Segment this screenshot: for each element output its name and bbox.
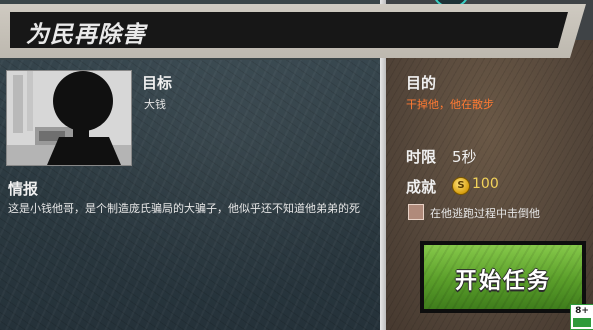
- achievement-condition: 在他逃跑过程中击倒他: [430, 207, 540, 220]
- time-limit-label: 时限: [406, 148, 437, 166]
- achievement-checkbox: [408, 204, 424, 220]
- objective-heading: 目的: [406, 74, 437, 92]
- age-rating-badge: 8+: [570, 304, 593, 330]
- coin-icon: S: [452, 177, 470, 195]
- target-portrait: [6, 70, 132, 166]
- achievement-label: 成就: [406, 178, 437, 196]
- objective-text: 干掉他，他在散步: [406, 98, 494, 111]
- age-rating-value: 8+: [575, 306, 589, 316]
- mission-title: 为民再除害: [26, 22, 146, 48]
- age-rating-bar: [573, 318, 591, 327]
- intel-text: 这是小钱他哥，是个制造庞氏骗局的大骗子，他似乎还不知道他弟弟的死: [8, 202, 360, 215]
- achievement-reward: 100: [472, 176, 499, 192]
- start-mission-label[interactable]: 开始任务: [424, 263, 582, 295]
- target-name: 大钱: [144, 98, 166, 111]
- target-silhouette-icon: [7, 71, 131, 165]
- start-mission-button-face[interactable]: 开始任务: [424, 245, 582, 309]
- intel-heading: 情报: [8, 180, 39, 198]
- time-limit-value: 5秒: [452, 148, 477, 166]
- target-heading: 目标: [142, 74, 173, 92]
- start-mission-button[interactable]: 开始任务: [420, 241, 586, 313]
